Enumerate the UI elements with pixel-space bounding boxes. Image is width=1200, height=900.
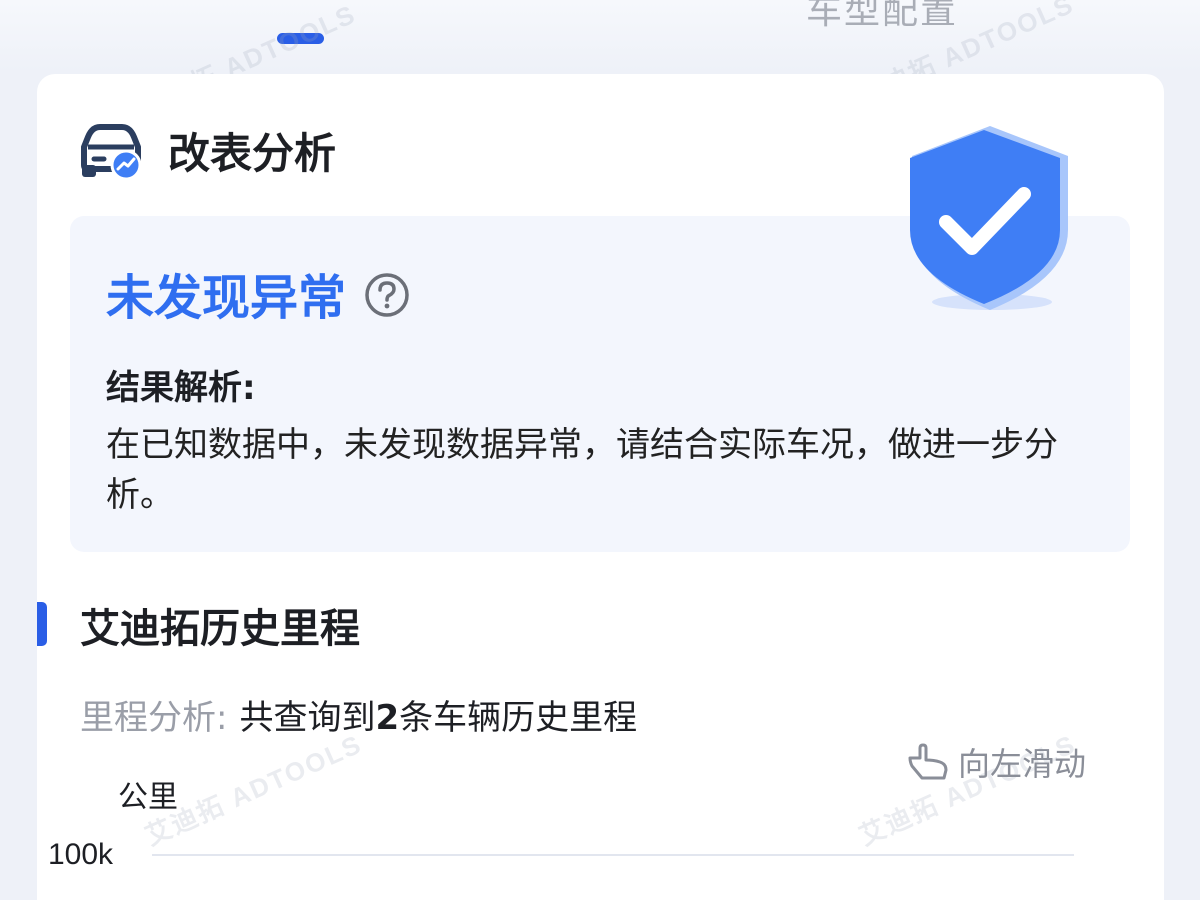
y-tick-label: 100k [48, 838, 114, 871]
result-title: 未发现异常 [106, 270, 347, 326]
mileage-value-prefix: 共查询到 [239, 698, 376, 738]
swipe-hint: 向左滑动 [906, 740, 1086, 784]
swipe-hint-text: 向左滑动 [958, 745, 1087, 783]
mileage-count: 2 [375, 698, 400, 738]
car-analysis-icon [81, 124, 142, 181]
mileage-value-suffix: 条车辆历史里程 [399, 698, 638, 738]
result-status: 未发现异常 [106, 258, 410, 328]
history-title: 艾迪拓历史里程 [80, 606, 360, 652]
section-title: 改表分析 [168, 128, 337, 178]
tab-vehicle-config[interactable]: 车型配置 [806, 0, 958, 34]
active-tab-indicator [277, 33, 324, 44]
shield-check-icon [910, 126, 1068, 310]
chart-gridline [152, 854, 1074, 856]
tab-bar [0, 0, 1200, 72]
modification-header: 改表分析 [78, 118, 336, 182]
section-accent-bar [37, 602, 47, 646]
mileage-label: 里程分析: [80, 698, 228, 738]
analysis-text: 在已知数据中，未发现数据异常，请结合实际车况，做进一步分析。 [106, 425, 1058, 515]
mileage-summary: 里程分析: 共查询到 2 条车辆历史里程 [80, 690, 637, 739]
hand-swipe-icon [908, 743, 948, 780]
question-circle-icon[interactable] [364, 272, 410, 318]
chart-y-unit: 公里 [118, 780, 178, 815]
analysis-label: 结果解析: [106, 368, 256, 408]
